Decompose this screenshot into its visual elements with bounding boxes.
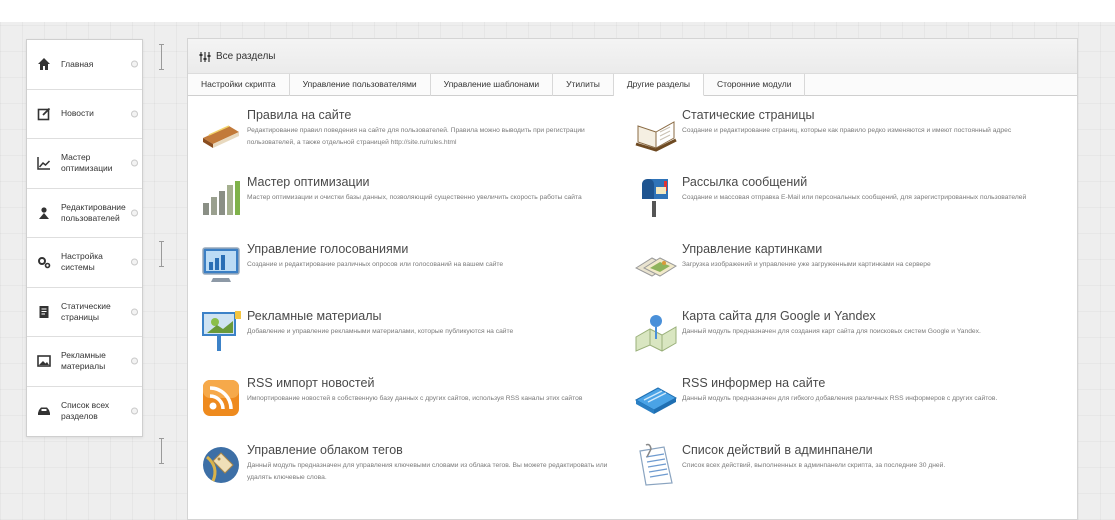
main-panel: Все разделы Настройки скрипта Управление… xyxy=(187,38,1078,520)
module-title: Карта сайта для Google и Yandex xyxy=(682,309,876,323)
spine-decoration xyxy=(159,241,164,267)
top-strip xyxy=(0,0,1115,22)
sidebar-item-label: Рекламные материалы xyxy=(61,350,106,372)
module-description: Загрузка изображений и управление уже за… xyxy=(682,261,931,268)
module-title: RSS импорт новостей xyxy=(247,376,375,390)
module-sitemap[interactable]: Карта сайта для Google и Yandex Данный м… xyxy=(634,309,1064,375)
sidebar-item-label: Статические страницы xyxy=(61,300,111,322)
sidebar-item-label: Настройка системы xyxy=(61,251,103,273)
sidebar-item-label: Новости xyxy=(61,108,94,119)
open-book-icon xyxy=(634,108,682,156)
sidebar-item-all-sections[interactable]: Список всех разделов xyxy=(27,387,142,437)
module-description: Редактирование правил поведения на сайте… xyxy=(247,127,585,146)
module-title: Список действий в админпанели xyxy=(682,443,873,457)
module-static-pages[interactable]: Статические страницы Создание и редактир… xyxy=(634,108,1064,174)
sliders-icon xyxy=(199,50,211,62)
edit-icon xyxy=(37,107,51,121)
line-chart-icon xyxy=(37,156,51,170)
module-description: Мастер оптимизации и очистки базы данных… xyxy=(247,194,582,201)
module-admin-log[interactable]: Список действий в админпанели Список все… xyxy=(634,443,1064,509)
expand-dot-icon[interactable] xyxy=(131,258,138,266)
sidebar-item-users[interactable]: Редактирование пользователей xyxy=(27,189,142,238)
module-description: Создание и редактирование страниц, котор… xyxy=(682,127,1012,134)
gears-icon xyxy=(37,255,51,269)
module-title: Управление картинками xyxy=(682,242,823,256)
module-description: Список всех действий, выполненных в адми… xyxy=(682,462,946,469)
module-title: Управление голосованиями xyxy=(247,242,409,256)
sidebar-item-ads[interactable]: Рекламные материалы xyxy=(27,337,142,387)
module-images[interactable]: Управление картинками Загрузка изображен… xyxy=(634,242,1064,308)
module-tag-cloud[interactable]: Управление облаком тегов Данный модуль п… xyxy=(199,443,629,509)
panel-header: Все разделы xyxy=(188,39,1077,74)
expand-dot-icon[interactable] xyxy=(131,110,138,118)
sidebar-item-home[interactable]: Главная xyxy=(27,40,142,90)
module-title: Рассылка сообщений xyxy=(682,175,808,189)
module-description: Создание и редактирование различных опро… xyxy=(247,261,504,268)
sidebar-item-label: Мастер оптимизации xyxy=(61,152,113,174)
sidebar-item-news[interactable]: Новости xyxy=(27,90,142,139)
image-icon xyxy=(37,354,51,368)
spine-decoration xyxy=(159,438,164,464)
sidebar-item-optimization[interactable]: Мастер оптимизации xyxy=(27,139,142,189)
module-title: Мастер оптимизации xyxy=(247,175,370,189)
book-icon xyxy=(199,108,247,156)
expand-dot-icon[interactable] xyxy=(131,407,138,415)
map-pin-icon xyxy=(634,309,682,357)
module-mailing[interactable]: Рассылка сообщений Создание и массовая о… xyxy=(634,175,1064,241)
tab-bar: Настройки скрипта Управление пользовател… xyxy=(188,74,1077,96)
expand-dot-icon[interactable] xyxy=(131,60,138,68)
expand-dot-icon[interactable] xyxy=(131,308,138,316)
module-description: Данный модуль предназначен для гибкого д… xyxy=(682,395,998,402)
billboard-icon xyxy=(199,309,247,357)
sidebar-item-settings[interactable]: Настройка системы xyxy=(27,238,142,288)
tab-utilities[interactable]: Утилиты xyxy=(553,74,614,96)
mailbox-icon xyxy=(634,175,682,223)
module-title: Управление облаком тегов xyxy=(247,443,403,457)
module-rss-informer[interactable]: RSS информер на сайте Данный модуль пред… xyxy=(634,376,1064,442)
module-description: Импортирование новостей в собственную ба… xyxy=(247,395,583,402)
spine-decoration xyxy=(159,44,164,70)
tab-template-management[interactable]: Управление шаблонами xyxy=(431,74,554,96)
sidebar: Главная Новости Мастер оптимизации Редак… xyxy=(26,39,143,437)
expand-dot-icon[interactable] xyxy=(131,357,138,365)
photos-icon xyxy=(634,242,682,290)
document-icon xyxy=(37,305,51,319)
panel-title: Все разделы xyxy=(216,50,276,62)
tab-third-party-modules[interactable]: Сторонние модули xyxy=(704,74,806,96)
module-site-rules[interactable]: Правила на сайте Редактирование правил п… xyxy=(199,108,629,174)
tag-cloud-icon xyxy=(199,443,247,491)
car-icon xyxy=(37,404,51,418)
module-title: Правила на сайте xyxy=(247,108,352,122)
module-polls[interactable]: Управление голосованиями Создание и реда… xyxy=(199,242,629,308)
sidebar-item-label: Редактирование пользователей xyxy=(61,201,126,223)
module-title: Статические страницы xyxy=(682,108,815,122)
bar-graph-icon xyxy=(199,175,247,223)
rss-device-icon xyxy=(634,376,682,424)
module-title: Рекламные материалы xyxy=(247,309,382,323)
tab-user-management[interactable]: Управление пользователями xyxy=(290,74,431,96)
sidebar-item-static-pages[interactable]: Статические страницы xyxy=(27,288,142,337)
sidebar-item-label: Список всех разделов xyxy=(61,400,110,422)
monitor-chart-icon xyxy=(199,242,247,290)
module-rss-import[interactable]: RSS импорт новостей Импортирование новос… xyxy=(199,376,629,442)
tab-other-sections[interactable]: Другие разделы xyxy=(613,74,705,96)
module-description: Данный модуль предназначен для управлени… xyxy=(247,462,608,481)
expand-dot-icon[interactable] xyxy=(131,159,138,167)
module-ads[interactable]: Рекламные материалы Добавление и управле… xyxy=(199,309,629,375)
expand-dot-icon[interactable] xyxy=(131,209,138,217)
module-description: Добавление и управление рекламными матер… xyxy=(247,328,514,335)
tab-script-settings[interactable]: Настройки скрипта xyxy=(188,74,290,96)
module-description: Создание и массовая отправка E-Mail или … xyxy=(682,194,1027,201)
module-title: RSS информер на сайте xyxy=(682,376,826,390)
module-description: Данный модуль предназначен для создания … xyxy=(682,328,981,335)
document-list-icon xyxy=(634,443,682,491)
sidebar-item-label: Главная xyxy=(61,58,94,69)
module-optimization-wizard[interactable]: Мастер оптимизации Мастер оптимизации и … xyxy=(199,175,629,241)
home-icon xyxy=(37,57,51,71)
users-icon xyxy=(37,206,51,220)
rss-icon xyxy=(199,376,247,424)
